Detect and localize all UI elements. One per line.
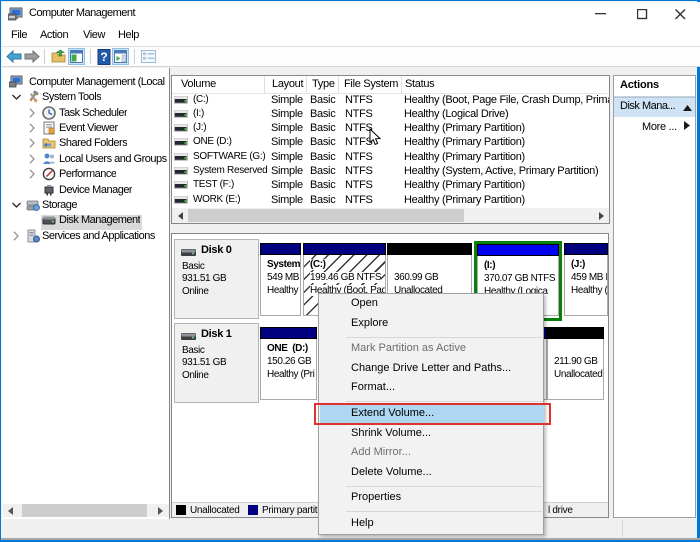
svg-text:?: ? [100,50,107,64]
